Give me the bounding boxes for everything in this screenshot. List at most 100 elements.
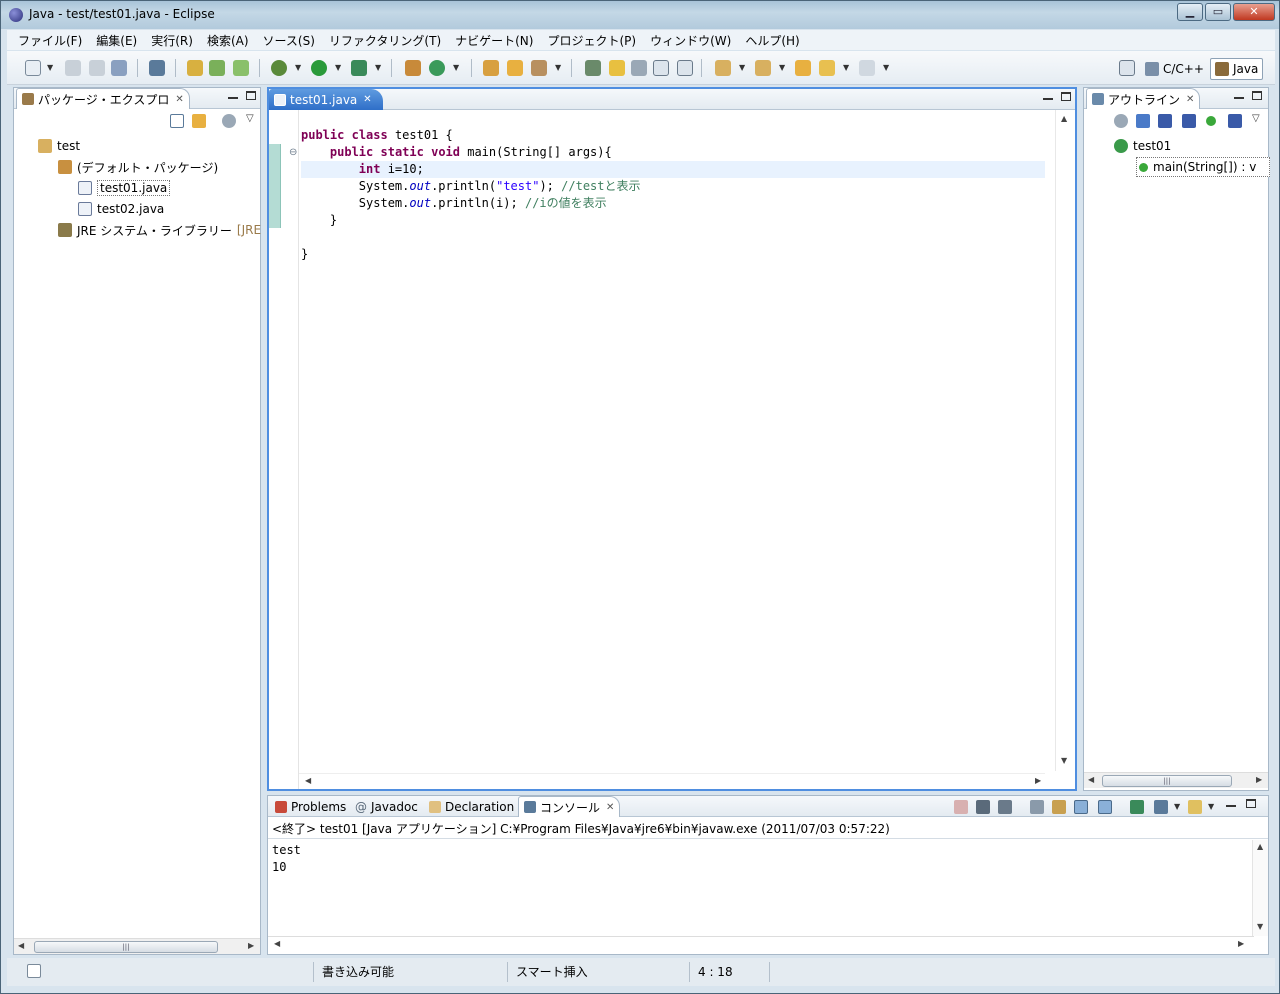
toggle-breadcrumb-icon[interactable] bbox=[585, 60, 601, 76]
tab-console[interactable]: コンソール ✕ bbox=[518, 796, 621, 817]
forward-icon[interactable] bbox=[859, 60, 875, 76]
external-tools-dropdown-icon[interactable]: ▼ bbox=[375, 63, 381, 72]
new-java-class-icon[interactable] bbox=[429, 60, 445, 76]
menu-edit[interactable]: 編集(E) bbox=[89, 32, 144, 49]
outline-horizontal-scrollbar[interactable]: ◀ ||| ▶ bbox=[1084, 772, 1268, 788]
tree-item-jre[interactable]: JRE システム・ライブラリー [JRE bbox=[58, 220, 261, 240]
editor-horizontal-scrollbar[interactable]: ◀ ▶ bbox=[299, 773, 1045, 789]
link-with-editor-icon[interactable] bbox=[192, 114, 206, 128]
menu-project[interactable]: プロジェクト(P) bbox=[540, 32, 643, 49]
maximize-icon[interactable] bbox=[1246, 799, 1256, 808]
menu-run[interactable]: 実行(R) bbox=[144, 32, 200, 49]
menu-search[interactable]: 検索(A) bbox=[200, 32, 256, 49]
fold-icon[interactable]: ⊖ bbox=[289, 147, 297, 158]
scroll-down-icon[interactable]: ▼ bbox=[1257, 922, 1263, 931]
outline-method-item[interactable]: main(String[]) : v bbox=[1136, 157, 1270, 177]
hide-non-public-icon[interactable] bbox=[1206, 116, 1216, 126]
minimize-button[interactable]: ▁ bbox=[1177, 3, 1203, 21]
new-class-icon[interactable] bbox=[233, 60, 249, 76]
new-dropdown-icon[interactable]: ▼ bbox=[47, 63, 53, 72]
code-area[interactable]: public class test01 { public static void… bbox=[301, 127, 1045, 263]
show-source-icon[interactable] bbox=[653, 60, 669, 76]
search-dropdown-icon[interactable]: ▼ bbox=[555, 63, 561, 72]
clear-console-icon[interactable] bbox=[1030, 800, 1044, 814]
new-class-dropdown-icon[interactable]: ▼ bbox=[453, 63, 459, 72]
close-button[interactable]: ✕ bbox=[1233, 3, 1275, 21]
prev-annotation-icon[interactable] bbox=[755, 60, 771, 76]
pin-console-icon[interactable] bbox=[1130, 800, 1144, 814]
debug-dropdown-icon[interactable]: ▼ bbox=[295, 63, 301, 72]
back-dropdown-icon[interactable]: ▼ bbox=[843, 63, 849, 72]
close-icon[interactable]: ✕ bbox=[1186, 94, 1194, 105]
maximize-icon[interactable] bbox=[1252, 91, 1262, 100]
scroll-down-icon[interactable]: ▼ bbox=[1061, 756, 1067, 765]
new-junit-icon[interactable] bbox=[209, 60, 225, 76]
tab-problems[interactable]: Problems bbox=[270, 796, 351, 817]
sort-icon[interactable] bbox=[1136, 114, 1150, 128]
minimize-icon[interactable] bbox=[1234, 91, 1244, 99]
tree-item-project[interactable]: test bbox=[38, 136, 80, 156]
open-console-icon[interactable] bbox=[1188, 800, 1202, 814]
hide-fields-icon[interactable] bbox=[1158, 114, 1172, 128]
save-icon[interactable] bbox=[65, 60, 81, 76]
scroll-lock-icon[interactable] bbox=[1052, 800, 1066, 814]
maximize-button[interactable]: ▭ bbox=[1205, 3, 1231, 21]
remove-all-launches-icon[interactable] bbox=[998, 800, 1012, 814]
open-perspective-icon[interactable] bbox=[1119, 60, 1135, 76]
scroll-left-icon[interactable]: ◀ bbox=[305, 776, 311, 785]
terminate-icon[interactable] bbox=[954, 800, 968, 814]
scroll-left-icon[interactable]: ◀ bbox=[18, 941, 24, 950]
show-on-stdout-icon[interactable] bbox=[1074, 800, 1088, 814]
menu-file[interactable]: ファイル(F) bbox=[11, 32, 89, 49]
scroll-left-icon[interactable]: ◀ bbox=[274, 939, 280, 948]
open-console-dropdown-icon[interactable]: ▼ bbox=[1208, 802, 1214, 811]
scroll-right-icon[interactable]: ▶ bbox=[248, 941, 254, 950]
tab-package-explorer[interactable]: パッケージ・エクスプロ ✕ bbox=[16, 88, 190, 109]
menu-refactor[interactable]: リファクタリング(T) bbox=[322, 32, 448, 49]
new-package-icon[interactable] bbox=[405, 60, 421, 76]
filter-icon[interactable] bbox=[1114, 114, 1128, 128]
show-whitespace-icon[interactable] bbox=[677, 60, 693, 76]
outline-class-item[interactable]: test01 bbox=[1114, 136, 1171, 156]
view-menu-icon[interactable]: ▽ bbox=[1252, 113, 1260, 124]
view-menu-icon[interactable]: ▽ bbox=[246, 113, 254, 124]
tab-javadoc[interactable]: @ Javadoc bbox=[350, 796, 423, 817]
next-annotation-icon[interactable] bbox=[715, 60, 731, 76]
new-icon[interactable] bbox=[25, 60, 41, 76]
open-task-icon[interactable] bbox=[507, 60, 523, 76]
open-type-icon[interactable] bbox=[483, 60, 499, 76]
menu-help[interactable]: ヘルプ(H) bbox=[738, 32, 806, 49]
external-tools-icon[interactable] bbox=[351, 60, 367, 76]
maximize-icon[interactable] bbox=[1061, 92, 1071, 101]
close-icon[interactable]: ✕ bbox=[175, 94, 183, 105]
scroll-left-icon[interactable]: ◀ bbox=[1088, 775, 1094, 784]
tree-item-default-package[interactable]: (デフォルト・パッケージ) bbox=[58, 157, 218, 177]
forward-dropdown-icon[interactable]: ▼ bbox=[883, 63, 889, 72]
perspective-cpp-button[interactable]: C/C++ bbox=[1141, 58, 1208, 80]
horizontal-scrollbar[interactable]: ◀ ||| ▶ bbox=[14, 938, 260, 954]
mark-occurrences-icon[interactable] bbox=[609, 60, 625, 76]
run-icon[interactable] bbox=[311, 60, 327, 76]
maximize-icon[interactable] bbox=[246, 91, 256, 100]
print-icon[interactable] bbox=[111, 60, 127, 76]
prev-annotation-dropdown-icon[interactable]: ▼ bbox=[779, 63, 785, 72]
import-icon[interactable] bbox=[149, 60, 165, 76]
console-vertical-scrollbar[interactable]: ▲ ▼ bbox=[1252, 840, 1268, 936]
scroll-thumb[interactable]: ||| bbox=[1102, 775, 1232, 787]
save-all-icon[interactable] bbox=[89, 60, 105, 76]
tree-item-test01[interactable]: test01.java bbox=[78, 178, 171, 198]
next-annotation-dropdown-icon[interactable]: ▼ bbox=[739, 63, 745, 72]
hide-local-types-icon[interactable] bbox=[1228, 114, 1242, 128]
hide-static-icon[interactable] bbox=[1182, 114, 1196, 128]
minimize-icon[interactable] bbox=[1226, 799, 1236, 807]
filter-icon[interactable] bbox=[222, 114, 236, 128]
debug-icon[interactable] bbox=[271, 60, 287, 76]
close-icon[interactable]: ✕ bbox=[606, 802, 614, 813]
close-icon[interactable]: ✕ bbox=[363, 94, 371, 105]
scroll-right-icon[interactable]: ▶ bbox=[1256, 775, 1262, 784]
scroll-right-icon[interactable]: ▶ bbox=[1238, 939, 1244, 948]
tab-test01-java[interactable]: test01.java ✕ bbox=[269, 89, 383, 110]
menu-source[interactable]: ソース(S) bbox=[256, 32, 322, 49]
back-icon[interactable] bbox=[819, 60, 835, 76]
perspective-java-button[interactable]: Java bbox=[1210, 58, 1264, 80]
